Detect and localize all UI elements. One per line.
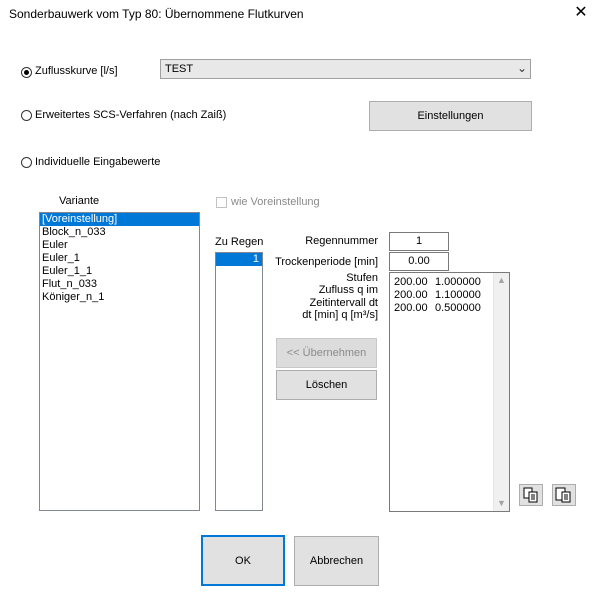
stufen-q: 1.100000 (435, 289, 481, 301)
scs-radio[interactable] (21, 110, 32, 121)
scs-label: Erweitertes SCS-Verfahren (nach Zaiß) (35, 109, 227, 121)
stufen-q: 1.000000 (435, 276, 481, 288)
stufen-row: 200.00 0.500000 (394, 302, 509, 315)
variante-item[interactable]: Euler_1 (40, 252, 199, 265)
einstellungen-button[interactable]: Einstellungen (369, 101, 532, 131)
regennummer-input[interactable]: 1 (389, 232, 449, 251)
stufen-textarea[interactable]: 200.00 1.000000 200.00 1.100000 200.00 0.5000… (389, 272, 510, 512)
stufen-row: 200.00 1.000000 (394, 276, 509, 289)
abbrechen-button[interactable]: Abbrechen (294, 536, 379, 586)
wie-voreinstellung-label: wie Voreinstellung (231, 196, 320, 208)
stufen-q: 0.500000 (435, 302, 481, 314)
individuell-label: Individuelle Eingabewerte (35, 156, 161, 168)
variante-item[interactable]: Euler (40, 239, 199, 252)
zufluss-combo[interactable]: TEST ⌄ (160, 59, 531, 79)
copy-button[interactable] (519, 484, 543, 506)
paste-icon (555, 487, 571, 503)
paste-button[interactable] (552, 484, 576, 506)
stufen-row: 200.00 1.100000 (394, 289, 509, 302)
stufen-line: Zeitintervall dt (309, 296, 378, 309)
uebernehmen-button[interactable]: << Übernehmen (276, 338, 377, 368)
trockenperiode-label: Trockenperiode [min] (275, 256, 378, 268)
stufen-line: Stufen (346, 272, 378, 284)
stufen-scrollbar[interactable]: ▲ ▼ (493, 273, 509, 511)
stufen-dt: 200.00 (394, 289, 428, 301)
stufen-line: Zufluss q im (318, 284, 378, 297)
zufluss-label: Zuflusskurve [l/s] (35, 65, 118, 77)
chevron-down-icon: ⌄ (516, 61, 527, 75)
combo-value: TEST (165, 63, 194, 75)
close-icon[interactable]: ✕ (572, 4, 590, 22)
variante-item[interactable]: Block_n_033 (40, 226, 199, 239)
trockenperiode-input[interactable]: 0.00 (389, 252, 449, 271)
ok-button[interactable]: OK (201, 535, 285, 586)
zu-regen-list[interactable]: 1 (215, 252, 263, 511)
zufluss-radio[interactable] (21, 67, 32, 78)
variante-list[interactable]: [Voreinstellung] Block_n_033 Euler Euler_1 E… (39, 212, 200, 511)
variante-item[interactable]: Euler_1_1 (40, 265, 199, 278)
stufen-dt: 200.00 (394, 302, 428, 314)
copy-icon (523, 487, 538, 503)
variante-item[interactable]: Königer_n_1 (40, 291, 199, 304)
wie-voreinstellung-checkbox[interactable] (216, 197, 227, 208)
scroll-up-icon[interactable]: ▲ (494, 273, 509, 288)
scroll-down-icon[interactable]: ▼ (494, 496, 509, 511)
stufen-line: dt [min] q [m³/s] (302, 308, 378, 321)
variante-header: Variante (59, 195, 100, 207)
zu-regen-header: Zu Regen (215, 236, 264, 248)
stufen-label: Stufen Zufluss q im Zeitintervall dt dt … (270, 272, 378, 321)
loeschen-button[interactable]: Löschen (276, 370, 377, 400)
regennummer-label: Regennummer (305, 235, 378, 247)
variante-item[interactable]: [Voreinstellung] (40, 213, 199, 226)
individuell-radio[interactable] (21, 157, 32, 168)
stufen-dt: 200.00 (394, 276, 428, 288)
zu-regen-item[interactable]: 1 (216, 253, 262, 266)
variante-item[interactable]: Flut_n_033 (40, 278, 199, 291)
window-title: Sonderbauwerk vom Typ 80: Übernommene Fl… (9, 7, 304, 21)
